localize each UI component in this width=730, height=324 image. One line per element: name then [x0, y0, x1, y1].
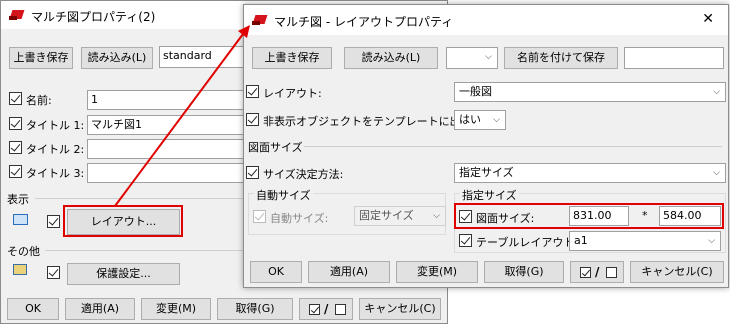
preset-combo[interactable]: ⌵ [446, 47, 498, 69]
table-layout-label: テーブルレイアウト: [476, 236, 579, 249]
other-divider [45, 250, 245, 251]
auto-size-value: 固定サイズ [359, 209, 414, 222]
table-layout-value: a1 [574, 234, 588, 247]
title2-checkbox[interactable] [9, 141, 22, 154]
cancel-button[interactable]: キャンセル(C) [359, 298, 441, 320]
sheet-width-field[interactable]: 831.00 [569, 206, 629, 226]
sheet-size-divider [304, 146, 722, 147]
toggle-all-button[interactable]: / [570, 261, 624, 283]
apply-button[interactable]: 適用(A) [308, 261, 390, 283]
title3-label: タイトル 3: [26, 167, 85, 180]
apply-button[interactable]: 適用(A) [65, 298, 135, 320]
protection-icon [13, 264, 27, 275]
table-layout-checkbox[interactable] [459, 234, 472, 247]
app-logo-icon [252, 14, 268, 26]
display-section-label: 表示 [7, 193, 29, 206]
checked-box-icon [309, 304, 320, 315]
chevron-down-icon: ⌵ [485, 52, 492, 62]
cancel-button[interactable]: キャンセル(C) [630, 261, 724, 283]
checked-box-icon [580, 267, 591, 278]
specified-size-group-title: 指定サイズ [460, 187, 519, 203]
empty-box-icon [606, 267, 617, 278]
size-method-value: 指定サイズ [459, 166, 514, 179]
close-icon[interactable]: ✕ [702, 11, 714, 27]
toggle-all-button[interactable]: / [299, 298, 353, 320]
chevron-down-icon: ⌵ [433, 211, 440, 221]
auto-size-label: 自動サイズ: [270, 212, 329, 225]
sheet-size-section-label: 図面サイズ [248, 141, 303, 154]
get-button[interactable]: 取得(G) [217, 298, 293, 320]
get-button[interactable]: 取得(G) [484, 261, 564, 283]
layout-value: 一般図 [459, 85, 492, 98]
chevron-down-icon: ⌵ [708, 236, 715, 246]
title2-field[interactable] [87, 139, 257, 159]
chevron-down-icon: ⌵ [713, 168, 720, 178]
title1-field[interactable]: マルチ図1 [87, 115, 257, 135]
auto-size-combo: 固定サイズ ⌵ [354, 206, 446, 226]
hidden-objects-combo[interactable]: はい ⌵ [454, 110, 506, 130]
sheet-size-checkbox[interactable] [459, 210, 472, 223]
size-method-checkbox[interactable] [246, 166, 259, 179]
ok-button[interactable]: OK [250, 261, 302, 283]
layout-display-checkbox[interactable] [47, 215, 60, 228]
title1-checkbox[interactable] [9, 117, 22, 130]
hidden-objects-value: はい [459, 113, 481, 126]
toggle-separator: / [595, 265, 600, 279]
times-symbol: * [642, 209, 648, 222]
monitor-icon [13, 214, 28, 225]
auto-size-group-title: 自動サイズ [254, 187, 313, 203]
toggle-separator: / [324, 302, 329, 316]
table-layout-combo[interactable]: a1 ⌵ [569, 231, 721, 251]
name-checkbox[interactable] [9, 92, 22, 105]
title3-checkbox[interactable] [9, 165, 22, 178]
chevron-down-icon: ⌵ [713, 87, 720, 97]
title-bar: マルチ図 - レイアウトプロパティ ✕ [244, 5, 728, 35]
save-as-button[interactable]: 名前を付けて保存 [504, 47, 618, 69]
save-as-name-field[interactable] [624, 47, 724, 69]
sheet-height-field[interactable]: 584.00 [659, 206, 721, 226]
load-button[interactable]: 読み込み(L) [344, 47, 438, 69]
name-field[interactable]: 1 [87, 90, 257, 110]
overwrite-save-button[interactable]: 上書き保存 [9, 47, 73, 69]
title1-label: タイトル 1: [26, 119, 85, 132]
window-title: マルチ図プロパティ(2) [31, 10, 156, 24]
display-divider [35, 198, 245, 199]
app-logo-icon [9, 9, 25, 21]
hidden-objects-checkbox[interactable] [246, 113, 259, 126]
size-method-combo[interactable]: 指定サイズ ⌵ [454, 163, 726, 183]
overwrite-save-button[interactable]: 上書き保存 [252, 47, 332, 69]
layout-label: レイアウト: [263, 87, 322, 100]
empty-box-icon [335, 304, 346, 315]
other-section-label: その他 [7, 245, 40, 258]
chevron-down-icon: ⌵ [493, 115, 500, 125]
auto-size-checkbox [253, 210, 266, 223]
ok-button[interactable]: OK [7, 298, 59, 320]
sheet-size-label: 図面サイズ: [476, 212, 535, 225]
load-button[interactable]: 読み込み(L) [81, 47, 153, 69]
layout-properties-dialog: マルチ図 - レイアウトプロパティ ✕ 上書き保存 読み込み(L) ⌵ 名前を付… [243, 4, 729, 288]
protect-checkbox[interactable] [47, 266, 60, 279]
title2-label: タイトル 2: [26, 143, 85, 156]
dialog-title: マルチ図 - レイアウトプロパティ [274, 15, 454, 29]
hidden-objects-label: 非表示オブジェクトをテンプレートに出力 [263, 115, 472, 128]
protect-settings-button[interactable]: 保護設定... [67, 263, 180, 285]
change-button[interactable]: 変更(M) [396, 261, 478, 283]
size-method-label: サイズ決定方法: [263, 168, 344, 181]
name-label: 名前: [26, 94, 52, 107]
title3-field[interactable] [87, 163, 257, 183]
layout-combo[interactable]: 一般図 ⌵ [454, 82, 726, 102]
layout-checkbox[interactable] [246, 85, 259, 98]
layout-button-highlight [63, 205, 183, 237]
change-button[interactable]: 変更(M) [141, 298, 211, 320]
